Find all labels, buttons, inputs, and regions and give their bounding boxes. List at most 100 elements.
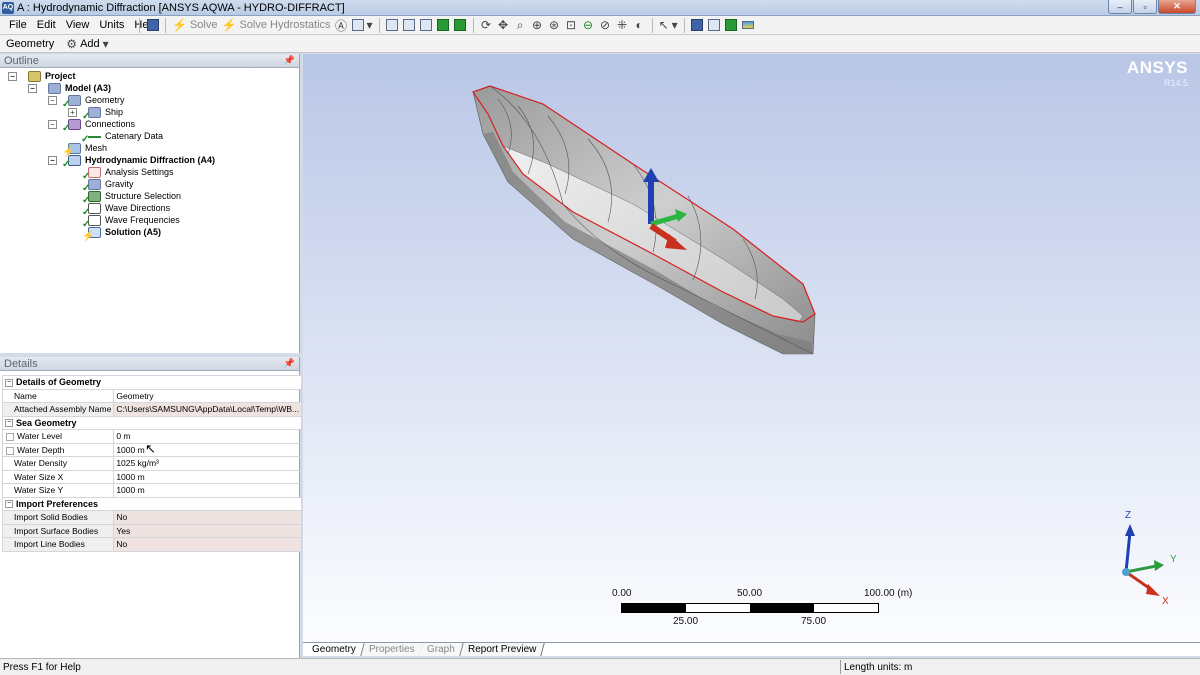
detail-value[interactable]: 1000 m	[113, 442, 303, 457]
wave-frequencies-icon: ✓	[82, 214, 101, 230]
collapse-icon[interactable]: −	[5, 378, 13, 387]
collapse-icon[interactable]: −	[5, 419, 13, 428]
toolbar-separator	[165, 17, 166, 33]
zoom-fit-button[interactable]: ⊛	[546, 17, 563, 34]
green-box-button[interactable]	[435, 17, 452, 34]
detail-row-name[interactable]: Name Geometry	[1, 388, 303, 403]
tree-item-geometry[interactable]: − ✓ Geometry	[0, 94, 299, 110]
tree-item-wave-frequencies[interactable]: ✓ Wave Frequencies	[0, 214, 299, 230]
detail-value[interactable]: No	[113, 537, 303, 552]
detail-row-water-density[interactable]: Water Density 1025 kg/m³	[1, 456, 303, 471]
zoom-out-button[interactable]: ⊖	[580, 17, 597, 34]
cube-outline-button[interactable]	[706, 17, 723, 34]
detail-value[interactable]: C:\Users\SAMSUNG\AppData\Local\Temp\WB..…	[113, 402, 303, 417]
detail-key: Water Density	[1, 456, 115, 471]
tab-properties[interactable]: Properties	[361, 643, 424, 656]
solve-hydrostatics-button[interactable]: ⚡ Solve Hydrostatics	[219, 17, 332, 34]
rotate-button[interactable]: ⟳	[478, 17, 495, 34]
collapse-icon[interactable]: −	[8, 71, 17, 81]
menu-edit[interactable]: Edit	[37, 19, 56, 31]
tree-item-gravity[interactable]: ✓ Gravity	[0, 178, 299, 194]
tree-item-catenary-data[interactable]: ✓ Catenary Data	[0, 130, 299, 145]
collapse-icon[interactable]: −	[28, 83, 37, 93]
close-button[interactable]: ✕	[1158, 0, 1196, 14]
legend-button[interactable]	[740, 17, 757, 34]
detail-value[interactable]: Yes	[113, 523, 303, 538]
add-dropdown-button[interactable]: ⚙ Add ▾	[64, 35, 110, 52]
copy-button[interactable]	[401, 17, 418, 34]
detail-row-water-size-y[interactable]: Water Size Y 1000 m	[1, 483, 303, 498]
detail-value[interactable]: 0 m	[113, 429, 303, 444]
detail-row-attached-assembly[interactable]: Attached Assembly Name C:\Users\SAMSUNG\…	[1, 402, 303, 417]
tree-item-solution[interactable]: ⚡ Solution (A5)	[0, 226, 299, 242]
tree-item-mesh[interactable]: ⚡ Mesh	[0, 142, 299, 158]
section-import-preferences[interactable]: − Import Preferences	[1, 496, 303, 511]
scale-bar: 0.00 50.00 100.00 (m) 25.00 75.00	[612, 588, 912, 648]
tree-item-project[interactable]: − Project	[0, 70, 299, 82]
paste-button[interactable]	[418, 17, 435, 34]
detail-value[interactable]: 1000 m	[113, 469, 303, 484]
tree-label: Connections	[85, 119, 136, 129]
tree-item-analysis-settings[interactable]: ✓ Analysis Settings	[0, 166, 299, 182]
tree-item-model[interactable]: − Model (A3)	[0, 82, 299, 94]
tree-item-wave-directions[interactable]: ✓ Wave Directions	[0, 202, 299, 218]
detail-row-water-size-x[interactable]: Water Size X 1000 m	[1, 469, 303, 484]
tree-item-connections[interactable]: − ✓ Connections	[0, 118, 299, 134]
detail-value[interactable]: 1025 kg/m³	[113, 456, 303, 471]
detail-value[interactable]: No	[113, 510, 303, 525]
triad-x-label: X	[1162, 596, 1169, 607]
detail-value[interactable]: 1000 m	[113, 483, 303, 498]
detail-value[interactable]: Geometry	[113, 388, 303, 403]
pin-icon[interactable]: 📌	[284, 358, 295, 369]
collapse-icon[interactable]: −	[48, 95, 57, 105]
section-details-of-geometry[interactable]: − Details of Geometry	[1, 375, 303, 390]
ship-hull-model[interactable]	[303, 54, 1200, 642]
zoom-button[interactable]: ⌕	[512, 17, 529, 34]
zoom-in-button[interactable]: ⊕	[529, 17, 546, 34]
tree-item-ship[interactable]: + ✓ Ship	[0, 106, 299, 122]
parameter-checkbox[interactable]	[6, 433, 14, 441]
pin-icon[interactable]: 📌	[284, 55, 295, 66]
new-page-button[interactable]	[384, 17, 401, 34]
rotate-icon: ⟳	[481, 18, 492, 32]
detail-row-import-line-bodies[interactable]: Import Line Bodies No	[1, 537, 303, 552]
green-box-2-button[interactable]	[452, 17, 469, 34]
tab-report-preview[interactable]: Report Preview	[460, 643, 546, 656]
detail-row-import-surface-bodies[interactable]: Import Surface Bodies Yes	[1, 523, 303, 538]
collapse-icon[interactable]: −	[5, 500, 13, 509]
collapse-icon[interactable]: −	[48, 155, 57, 165]
axis-triad[interactable]: Z Y X	[1104, 510, 1194, 614]
tree-label: Mesh	[85, 143, 108, 153]
cube-button[interactable]	[689, 17, 706, 34]
graphics-viewport[interactable]: ANSYS R14.5 0.00 50.00 100.00 (m) 25.00 …	[303, 54, 1200, 642]
tab-geometry[interactable]: Geometry	[304, 643, 365, 656]
detail-row-import-solid-bodies[interactable]: Import Solid Bodies No	[1, 510, 303, 525]
maximize-button[interactable]: ▫	[1133, 0, 1157, 14]
tree-label: Solution (A5)	[105, 227, 161, 237]
expand-icon[interactable]: +	[68, 107, 77, 117]
section-sea-geometry[interactable]: − Sea Geometry	[1, 415, 303, 430]
select-mode-button[interactable]: ↖ ▾	[657, 17, 680, 34]
minimize-button[interactable]: –	[1108, 0, 1132, 14]
solve-button[interactable]: ⚡ Solve	[170, 17, 219, 34]
tree-item-hydrodynamic-diffraction[interactable]: − ✓ Hydrodynamic Diffraction (A4)	[0, 154, 299, 170]
tab-graph[interactable]: Graph	[419, 643, 465, 656]
look-at-button[interactable]: ◐	[631, 17, 648, 34]
iso-button[interactable]: ⁜	[614, 17, 631, 34]
collapse-icon[interactable]: −	[48, 119, 57, 129]
green-cube-button[interactable]	[723, 17, 740, 34]
scale-label-75: 75.00	[801, 616, 827, 627]
menu-view[interactable]: View	[66, 19, 90, 31]
pan-button[interactable]: ✥	[495, 17, 512, 34]
zoom-extent-button[interactable]: ⊘	[597, 17, 614, 34]
view-select-button[interactable]: ▾	[350, 17, 375, 34]
tree-item-structure-selection[interactable]: ✓ Structure Selection	[0, 190, 299, 206]
annotation-button[interactable]: Ⓐ	[333, 17, 350, 34]
save-button[interactable]	[144, 17, 161, 34]
zoom-box-button[interactable]: ⊡	[563, 17, 580, 34]
parameter-checkbox[interactable]	[6, 446, 14, 455]
wave-directions-icon: ✓	[82, 202, 101, 218]
zoom-icon: ⌕	[516, 17, 524, 32]
menu-file[interactable]: File	[9, 19, 27, 31]
menu-units[interactable]: Units	[99, 19, 124, 31]
